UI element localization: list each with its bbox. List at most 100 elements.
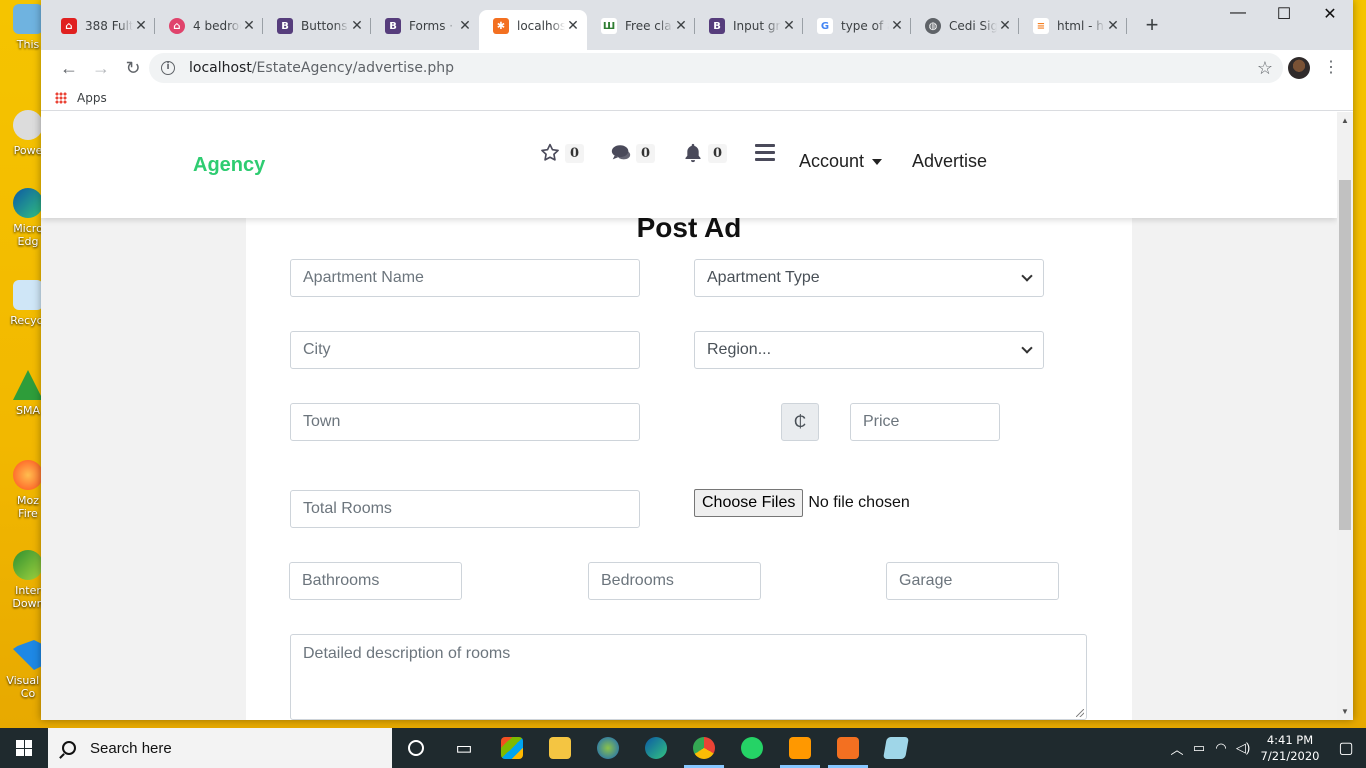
task-view-button[interactable]: ▭	[440, 728, 488, 768]
account-dropdown[interactable]: Account	[799, 151, 883, 172]
battery-icon[interactable]: ▭	[1188, 740, 1210, 756]
scroll-up-arrow-icon[interactable]: ▲	[1337, 116, 1353, 125]
choose-files-button[interactable]: Choose Files	[694, 489, 804, 517]
url-path: /EstateAgency/advertise.php	[251, 60, 455, 76]
tab-input-group[interactable]: B Input gro ✕	[695, 10, 803, 42]
caret-down-icon	[872, 159, 883, 166]
tab-label: Input gro	[733, 19, 781, 33]
tab-label: type of a	[841, 19, 889, 33]
close-icon[interactable]: ✕	[241, 18, 257, 34]
region-select[interactable]: Region...	[694, 331, 1044, 369]
reload-button[interactable]: ↻	[117, 58, 149, 79]
volume-icon[interactable]: ◁)	[1232, 740, 1254, 756]
file-explorer-button[interactable]	[536, 728, 584, 768]
close-icon[interactable]: ✕	[565, 18, 581, 34]
file-status-text: No file chosen	[808, 494, 910, 511]
xampp-button[interactable]	[824, 728, 872, 768]
clock-time: 4:41 PM	[1266, 733, 1314, 747]
bedrooms-input[interactable]: Bedrooms	[588, 562, 761, 600]
tab-label: html - h	[1057, 19, 1104, 33]
forward-button[interactable]: →	[85, 58, 117, 79]
tab-4-bedroom[interactable]: ⌂ 4 bedroom ✕	[155, 10, 263, 42]
tab-buttons[interactable]: B Buttons ✕	[263, 10, 371, 42]
resize-grip-icon[interactable]	[1076, 709, 1084, 717]
chrome-button[interactable]	[680, 728, 728, 768]
edge-button[interactable]	[632, 728, 680, 768]
triangle-app-icon	[13, 370, 43, 400]
start-button[interactable]	[0, 728, 48, 768]
store-button[interactable]	[488, 728, 536, 768]
close-icon[interactable]: ✕	[1105, 18, 1121, 34]
advertise-link[interactable]: Advertise	[912, 151, 987, 172]
garage-input[interactable]: Garage	[886, 562, 1059, 600]
close-icon[interactable]: ✕	[133, 18, 149, 34]
vscode-icon	[13, 640, 43, 670]
clock[interactable]: 4:41 PM 7/21/2020	[1254, 732, 1326, 764]
page-scrollbar[interactable]: ▲ ▼	[1337, 112, 1353, 720]
close-icon[interactable]: ✕	[673, 18, 689, 34]
price-input[interactable]: Price	[850, 403, 1000, 441]
minimize-button[interactable]: —	[1215, 4, 1261, 22]
menu-kebab-icon[interactable]: ⋮	[1323, 57, 1339, 77]
info-icon[interactable]: i	[161, 61, 175, 75]
apartment-name-input[interactable]: Apartment Name	[290, 259, 640, 297]
favorites-link[interactable]: 0	[539, 142, 585, 164]
sublime-button[interactable]	[776, 728, 824, 768]
chrome-icon	[693, 737, 715, 759]
tab-388-fulton[interactable]: ⌂ 388 Fulton ✕	[47, 10, 155, 42]
stackoverflow-icon: ≡	[1033, 18, 1049, 34]
notifications-link[interactable]: 0	[682, 142, 728, 164]
apps-bookmark[interactable]: Apps	[77, 91, 107, 105]
close-icon[interactable]: ✕	[349, 18, 365, 34]
chevron-down-icon	[1021, 342, 1033, 354]
new-tab-button[interactable]: +	[1141, 14, 1163, 36]
scroll-down-arrow-icon[interactable]: ▼	[1337, 707, 1353, 716]
firefox-icon	[13, 460, 43, 490]
tab-cedi-sign[interactable]: ◍ Cedi Sign ✕	[911, 10, 1019, 42]
brand-logo[interactable]: Agency	[193, 154, 265, 177]
tab-html[interactable]: ≡ html - h ✕	[1019, 10, 1127, 42]
close-icon[interactable]: ✕	[889, 18, 905, 34]
city-input[interactable]: City	[290, 331, 640, 369]
google-icon: G	[817, 18, 833, 34]
chevron-up-icon[interactable]: ︿	[1166, 739, 1188, 758]
address-bar[interactable]: i localhost/EstateAgency/advertise.php ☆	[149, 53, 1283, 83]
total-rooms-input[interactable]: Total Rooms	[290, 490, 640, 528]
close-icon[interactable]: ✕	[781, 18, 797, 34]
whatsapp-button[interactable]	[728, 728, 776, 768]
close-icon[interactable]: ✕	[457, 18, 473, 34]
bathrooms-input[interactable]: Bathrooms	[289, 562, 462, 600]
store-icon	[501, 737, 523, 759]
close-window-button[interactable]: ✕	[1307, 4, 1353, 24]
tab-type-of[interactable]: G type of a ✕	[803, 10, 911, 42]
close-icon[interactable]: ✕	[997, 18, 1013, 34]
page-viewport: Agency 0 0 0 Account Advertise Post Ad A…	[41, 112, 1337, 720]
description-placeholder: Detailed description of rooms	[303, 645, 511, 662]
notepad-button[interactable]	[872, 728, 920, 768]
wifi-icon[interactable]: ◠	[1210, 740, 1232, 756]
town-input[interactable]: Town	[290, 403, 640, 441]
chevron-down-icon	[1021, 270, 1033, 282]
browser-toolbar: ← → ↻ i localhost/EstateAgency/advertise…	[41, 50, 1353, 86]
apartment-type-select[interactable]: Apartment Type	[694, 259, 1044, 297]
tab-free-class[interactable]: Ш Free class ✕	[587, 10, 695, 42]
profile-avatar[interactable]	[1288, 57, 1310, 79]
url-text[interactable]: localhost/EstateAgency/advertise.php	[189, 60, 454, 76]
hamburger-menu-icon[interactable]	[755, 144, 775, 165]
cortana-button[interactable]	[392, 728, 440, 768]
globe-app-button[interactable]	[584, 728, 632, 768]
description-textarea[interactable]: Detailed description of rooms	[290, 634, 1087, 720]
maximize-button[interactable]: ☐	[1261, 4, 1307, 24]
taskbar-search[interactable]: Search here	[48, 728, 392, 768]
tab-localhost[interactable]: ✱ localhost ✕	[479, 10, 587, 50]
search-icon	[62, 741, 76, 755]
bookmark-star-icon[interactable]: ☆	[1257, 58, 1273, 79]
notification-center-icon[interactable]: ▢	[1326, 738, 1366, 758]
scrollbar-thumb[interactable]	[1339, 180, 1351, 530]
messages-link[interactable]: 0	[610, 142, 656, 164]
tab-forms[interactable]: B Forms · B ✕	[371, 10, 479, 42]
sublime-icon	[789, 737, 811, 759]
house-icon: ⌂	[61, 18, 77, 34]
back-button[interactable]: ←	[53, 58, 85, 79]
file-upload: Choose Files No file chosen	[694, 489, 910, 517]
